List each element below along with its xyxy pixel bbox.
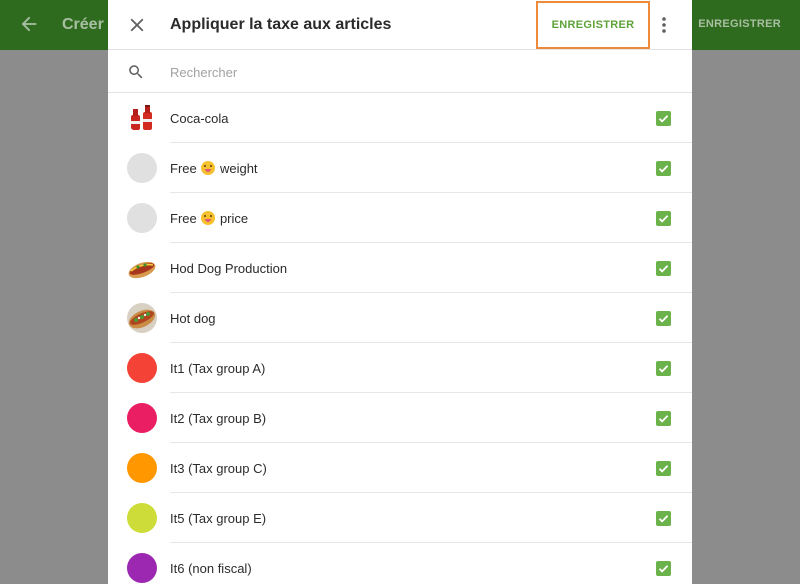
back-arrow-icon[interactable]	[18, 13, 40, 35]
save-button-label: ENREGISTRER	[551, 19, 635, 31]
item-checkbox[interactable]	[656, 261, 671, 276]
item-label: Free weight	[170, 161, 258, 176]
dialog-title: Appliquer la taxe aux articles	[170, 16, 392, 33]
hot-dog-image	[127, 253, 157, 283]
background-title: Créer u	[62, 16, 106, 33]
item-checkbox[interactable]	[656, 411, 671, 426]
more-vert-icon[interactable]	[656, 13, 672, 37]
list-item[interactable]: Coca-cola	[108, 93, 692, 143]
list-item[interactable]: It5 (Tax group E)	[108, 493, 692, 543]
search-icon	[129, 65, 143, 79]
list-item[interactable]: It2 (Tax group B)	[108, 393, 692, 443]
item-checkbox[interactable]	[656, 111, 671, 126]
item-label: Hod Dog Production	[170, 261, 288, 276]
item-label: It2 (Tax group B)	[170, 411, 267, 426]
list-item[interactable]: It1 (Tax group A)	[108, 343, 692, 393]
item-label: It5 (Tax group E)	[170, 511, 267, 526]
color-thumbnail	[127, 353, 157, 383]
item-label: Free price	[170, 211, 249, 226]
item-checkbox[interactable]	[656, 311, 671, 326]
item-checkbox[interactable]	[656, 161, 671, 176]
items-list: Coca-cola Free weight Free price Hod Dog…	[108, 93, 692, 584]
tongue-wink-emoji-icon	[201, 211, 216, 225]
list-item[interactable]: Free weight	[108, 143, 692, 193]
list-item[interactable]: Hot dog	[108, 293, 692, 343]
item-label: It3 (Tax group C)	[170, 461, 267, 476]
color-thumbnail	[127, 503, 157, 533]
background-save-button[interactable]: ENREGISTRER	[698, 18, 781, 30]
placeholder-thumbnail	[127, 153, 157, 183]
dialog-header: Appliquer la taxe aux articles ENREGISTR…	[108, 0, 692, 50]
item-label: It6 (non fiscal)	[170, 561, 252, 576]
search-row	[108, 50, 692, 93]
hot-dog-image	[127, 303, 157, 333]
placeholder-thumbnail	[127, 203, 157, 233]
item-label: It1 (Tax group A)	[170, 361, 266, 376]
color-thumbnail	[127, 553, 157, 583]
search-input[interactable]	[170, 61, 630, 83]
color-thumbnail	[127, 453, 157, 483]
list-item[interactable]: It3 (Tax group C)	[108, 443, 692, 493]
item-checkbox[interactable]	[656, 561, 671, 576]
item-label: Hot dog	[170, 311, 216, 326]
color-thumbnail	[127, 403, 157, 433]
apply-tax-dialog: Appliquer la taxe aux articles ENREGISTR…	[108, 0, 692, 584]
tongue-wink-emoji-icon	[201, 161, 216, 175]
item-checkbox[interactable]	[656, 461, 671, 476]
item-checkbox[interactable]	[656, 361, 671, 376]
list-item[interactable]: It6 (non fiscal)	[108, 543, 692, 584]
close-icon[interactable]	[126, 14, 148, 36]
list-item[interactable]: Hod Dog Production	[108, 243, 692, 293]
list-item[interactable]: Free price	[108, 193, 692, 243]
save-button[interactable]: ENREGISTRER	[536, 1, 650, 49]
item-checkbox[interactable]	[656, 511, 671, 526]
item-label: Coca-cola	[170, 111, 229, 126]
cola-bottles-image	[127, 103, 157, 133]
item-checkbox[interactable]	[656, 211, 671, 226]
